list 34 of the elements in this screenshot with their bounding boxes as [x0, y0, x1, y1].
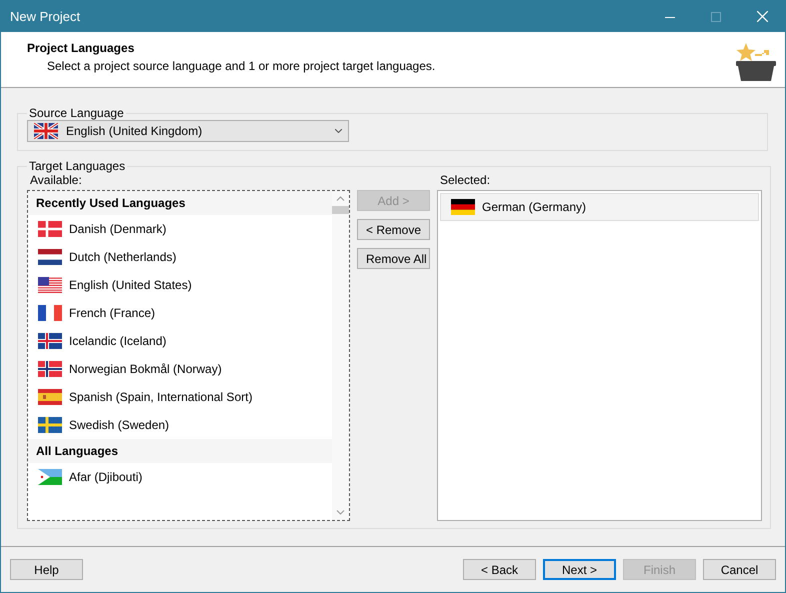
scroll-thumb[interactable]: [332, 206, 349, 214]
action-button[interactable]: Remove All: [357, 248, 430, 269]
available-label: Available:: [29, 173, 83, 186]
group-header: All Languages: [28, 439, 332, 463]
dialog-button[interactable]: Next >: [543, 559, 616, 580]
language-item[interactable]: German (Germany): [440, 193, 759, 221]
source-language-dropdown[interactable]: English (United Kingdom): [27, 120, 349, 142]
language-item[interactable]: Icelandic (Iceland): [28, 327, 332, 355]
scrollbar[interactable]: [332, 191, 349, 520]
language-item[interactable]: Afar (Djibouti): [28, 463, 332, 491]
language-item[interactable]: English (United States): [28, 271, 332, 299]
group-label: Source Language: [28, 106, 125, 120]
maximize-icon: [711, 12, 721, 22]
selected-label: Selected:: [439, 173, 492, 186]
language-item[interactable]: French (France): [28, 299, 332, 327]
language-item[interactable]: Dutch (Netherlands): [28, 243, 332, 271]
group-header: Recently Used Languages: [28, 191, 332, 215]
page-description: Select a project source language and 1 or more project target languages.: [46, 59, 436, 73]
close-icon[interactable]: [756, 11, 768, 22]
window-title: New Project: [10, 9, 82, 24]
language-item[interactable]: Swedish (Sweden): [28, 411, 332, 439]
dialog-button[interactable]: Cancel: [703, 559, 776, 580]
chevron-down-icon: [335, 129, 342, 133]
help-button[interactable]: Help: [10, 559, 83, 580]
action-button[interactable]: < Remove: [357, 219, 430, 240]
dialog-button[interactable]: < Back: [463, 559, 536, 580]
language-item[interactable]: Norwegian Bokmål (Norway): [28, 355, 332, 383]
scroll-up-icon[interactable]: [336, 196, 345, 201]
language-item[interactable]: Danish (Denmark): [28, 215, 332, 243]
star-basket-icon: [735, 41, 777, 83]
language-item[interactable]: Spanish (Spain, International Sort): [28, 383, 332, 411]
group-label: Target Languages: [28, 159, 126, 173]
scroll-down-icon[interactable]: [336, 510, 345, 515]
page-title: Project Languages: [27, 41, 136, 55]
